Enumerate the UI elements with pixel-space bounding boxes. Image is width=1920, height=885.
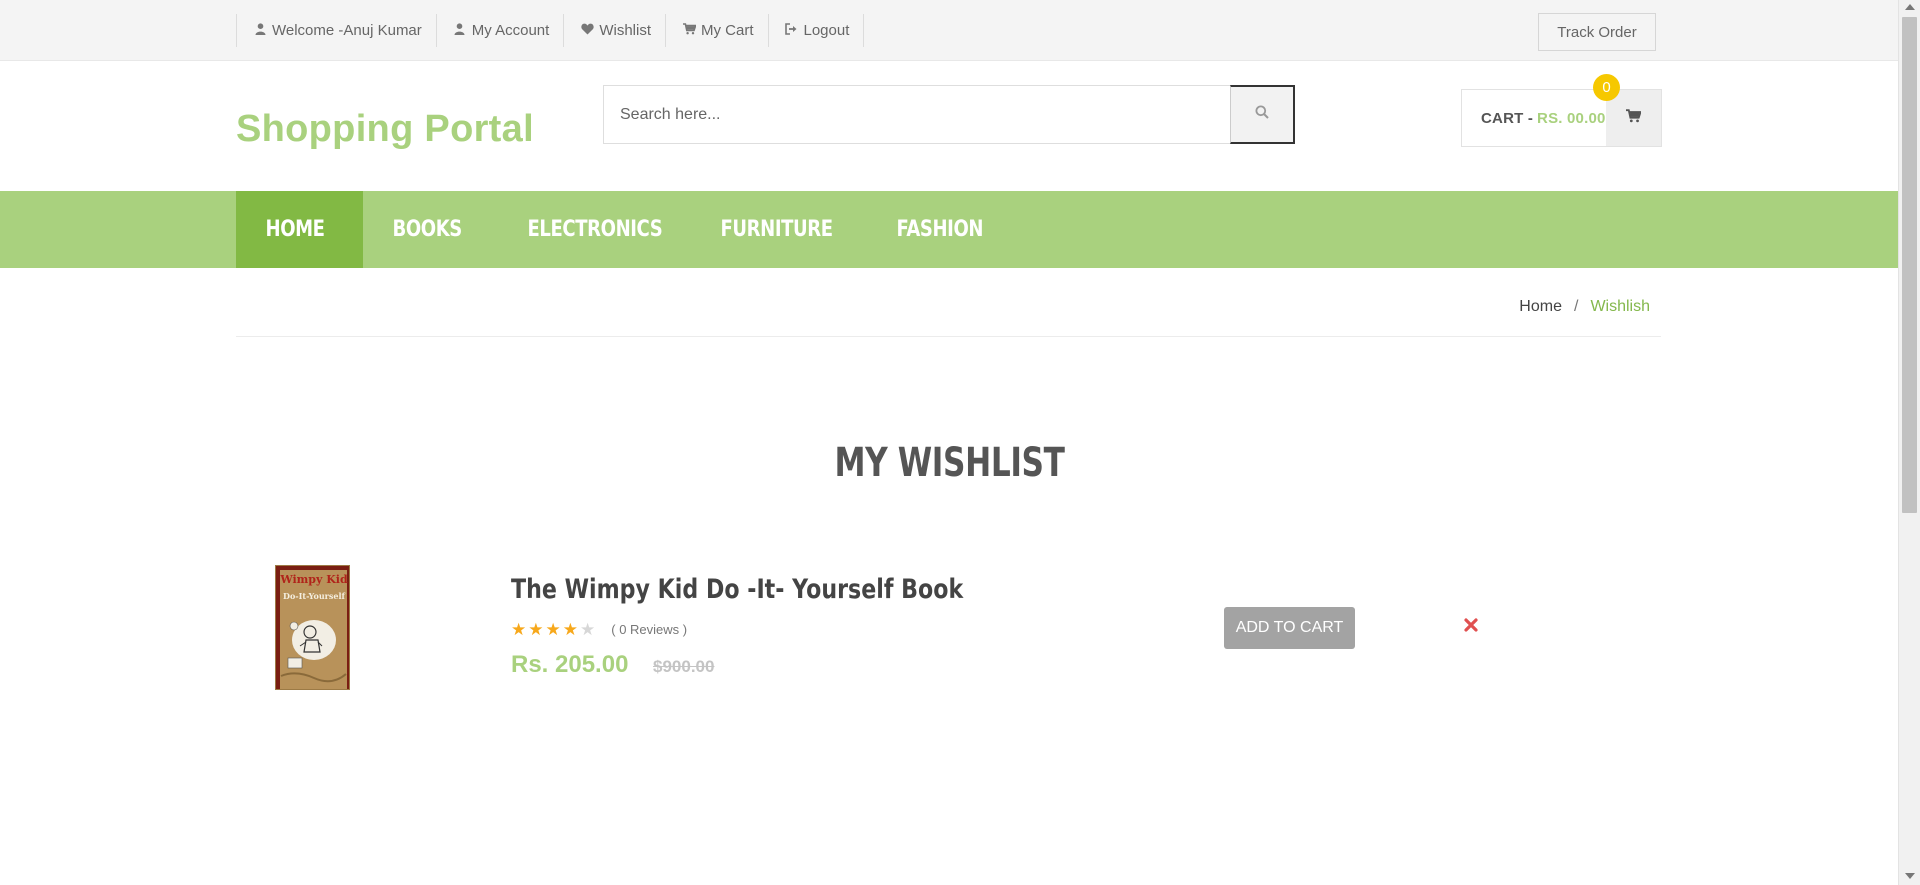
nav-label-fashion: FASHION <box>896 217 984 242</box>
product-image[interactable]: Wimpy Kid Do-It-Yourself <box>275 565 350 690</box>
cart-summary[interactable]: CART - RS. 00.00 <box>1461 89 1662 147</box>
close-icon <box>1464 617 1478 637</box>
logout-link[interactable]: Logout <box>767 14 865 47</box>
cart-text: CART - RS. 00.00 <box>1462 90 1606 146</box>
review-count: ( 0 Reviews ) <box>611 622 688 637</box>
product-name[interactable]: The Wimpy Kid Do -It- Yourself Book <box>511 574 963 605</box>
heart-icon <box>580 23 594 38</box>
search-input[interactable] <box>604 86 1230 143</box>
page-title: MY WISHLIST <box>0 440 1898 486</box>
add-to-cart-button[interactable]: ADD TO CART <box>1224 607 1355 649</box>
cart-amount: RS. 00.00 <box>1537 109 1606 127</box>
star-empty-icon: ★ <box>580 620 596 639</box>
search-button[interactable] <box>1230 85 1295 144</box>
nav-item-home[interactable]: HOME <box>236 191 363 268</box>
breadcrumb: Home / Wishlish <box>1519 298 1650 316</box>
user-icon <box>453 23 467 38</box>
my-cart-label: My Cart <box>701 22 754 39</box>
cart-icon <box>682 23 697 38</box>
site-logo[interactable]: Shopping Portal <box>236 108 534 151</box>
breadcrumb-separator: / <box>1573 298 1579 315</box>
product-old-price: $900.00 <box>653 657 715 676</box>
remove-item-button[interactable] <box>1462 617 1480 637</box>
breadcrumb-current: Wishlish <box>1590 298 1650 315</box>
star-filled-icon: ★ <box>545 620 561 639</box>
wishlist-link[interactable]: Wishlist <box>563 14 665 47</box>
scrollbar-thumb[interactable] <box>1902 17 1917 513</box>
nav-item-fashion[interactable]: FASHION <box>867 191 1027 268</box>
nav-label-furniture: FURNITURE <box>720 217 834 242</box>
my-account-link[interactable]: My Account <box>435 14 564 47</box>
vertical-scrollbar[interactable] <box>1898 0 1920 885</box>
scroll-down-arrow-icon[interactable] <box>1905 873 1915 879</box>
welcome-link[interactable]: Welcome -Anuj Kumar <box>236 14 436 47</box>
main-nav: HOME BOOKS ELECTRONICS FURNITURE FASHION <box>0 191 1898 268</box>
book-cover-title: Wimpy Kid <box>279 573 348 586</box>
cart-label: CART - <box>1481 109 1534 127</box>
nav-label-books: BOOKS <box>392 217 463 242</box>
product-price: Rs. 205.00 <box>511 651 629 678</box>
star-filled-icon: ★ <box>528 620 544 639</box>
scroll-up-arrow-icon[interactable] <box>1905 4 1915 10</box>
book-cover-subtitle: Do-It-Yourself <box>283 591 345 601</box>
nav-label-home: HOME <box>265 217 325 242</box>
track-order-button[interactable]: Track Order <box>1538 13 1656 51</box>
search-icon <box>1255 105 1269 124</box>
my-cart-link[interactable]: My Cart <box>665 14 768 47</box>
nav-item-electronics[interactable]: ELECTRONICS <box>498 191 691 268</box>
star-filled-icon: ★ <box>511 620 527 639</box>
product-rating: ★ ★ ★ ★ ★ ( 0 Reviews ) <box>511 621 687 638</box>
search-bar <box>603 85 1295 144</box>
nav-item-books[interactable]: BOOKS <box>363 191 498 268</box>
welcome-label: Welcome -Anuj Kumar <box>272 22 422 39</box>
breadcrumb-home[interactable]: Home <box>1519 298 1562 316</box>
divider <box>236 336 1661 337</box>
top-bar: Welcome -Anuj Kumar My Account Wishlist … <box>0 0 1898 61</box>
my-account-label: My Account <box>471 22 550 39</box>
wishlist-label: Wishlist <box>599 22 651 39</box>
book-cover-art: Wimpy Kid Do-It-Yourself <box>276 566 349 689</box>
top-links: Welcome -Anuj Kumar My Account Wishlist … <box>236 14 865 47</box>
cart-count-badge: 0 <box>1593 74 1620 101</box>
cart-icon <box>1626 108 1642 128</box>
nav-item-furniture[interactable]: FURNITURE <box>691 191 867 268</box>
logout-label: Logout <box>803 22 850 39</box>
logout-icon <box>785 23 799 38</box>
user-icon <box>253 23 267 38</box>
star-filled-icon: ★ <box>562 620 578 639</box>
nav-label-electronics: ELECTRONICS <box>527 217 663 242</box>
page-title-text: MY WISHLIST <box>833 440 1065 486</box>
